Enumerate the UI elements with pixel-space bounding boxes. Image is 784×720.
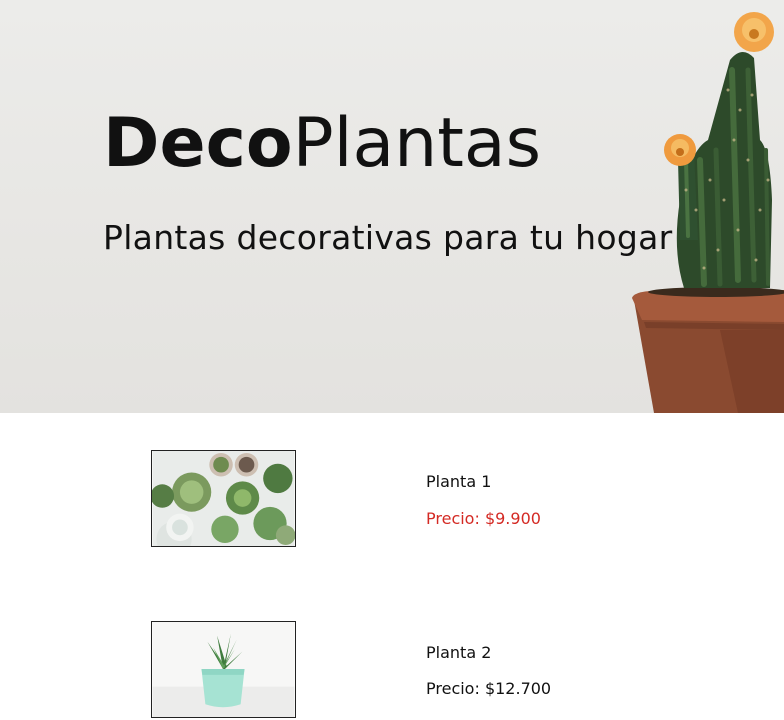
product-price: Precio: $9.900 <box>426 509 541 528</box>
tagline: Plantas decorativas para tu hogar <box>103 218 673 257</box>
succulents-top-view-image <box>152 451 295 546</box>
brand-title-bold: Deco <box>103 104 293 183</box>
product-card: Planta 1 Precio: $9.900 <box>151 450 711 548</box>
product-image[interactable] <box>151 450 296 547</box>
succulent-mint-pot-image <box>152 622 295 717</box>
product-card: Planta 2 Precio: $12.700 <box>151 621 711 719</box>
cactus-hero-image <box>632 12 784 413</box>
product-name[interactable]: Planta 1 <box>426 472 491 492</box>
product-image[interactable] <box>151 621 296 718</box>
brand-title: DecoPlantas <box>103 102 541 186</box>
brand-title-light: Plantas <box>292 104 542 183</box>
product-name[interactable]: Planta 2 <box>426 643 491 663</box>
hero-banner: DecoPlantas Plantas decorativas para tu … <box>0 0 784 413</box>
product-price: Precio: $12.700 <box>426 679 552 698</box>
